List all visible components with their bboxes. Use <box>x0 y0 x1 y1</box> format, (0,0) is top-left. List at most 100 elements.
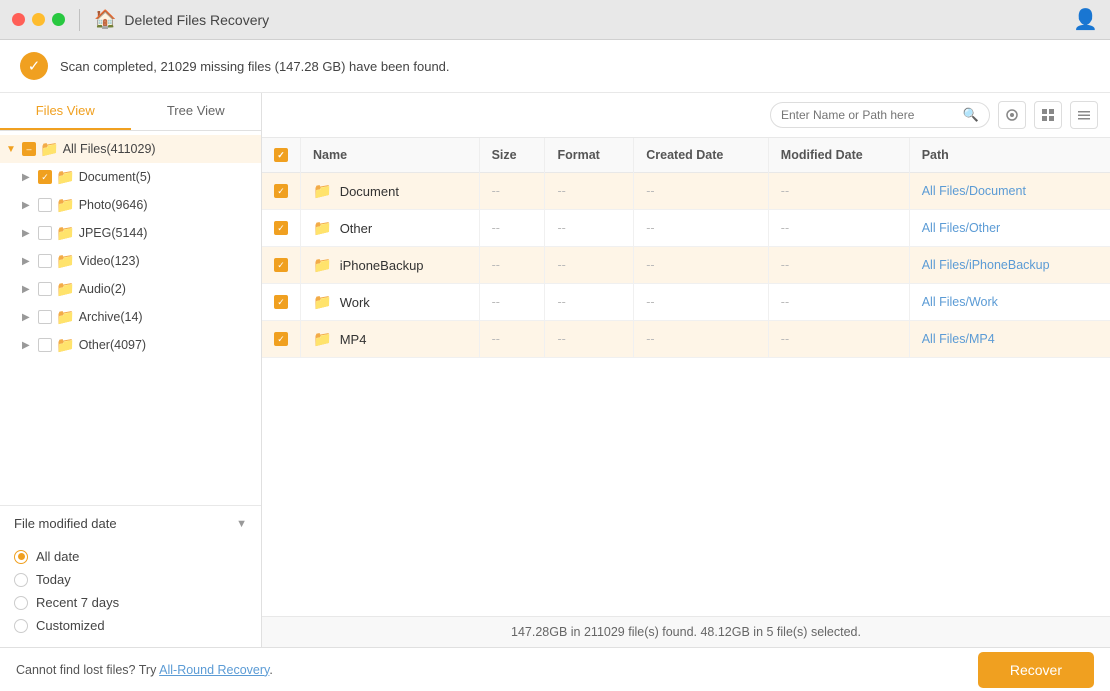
status-text: 147.28GB in 211029 file(s) found. 48.12G… <box>511 625 861 639</box>
table-row[interactable]: ✓ 📁 MP4 -- -- -- -- All Files/MP4 <box>262 321 1110 358</box>
checkbox-archive[interactable] <box>38 310 52 324</box>
table-row[interactable]: ✓ 📁 Work -- -- -- -- All Files/Work <box>262 284 1110 321</box>
th-path[interactable]: Path <box>909 138 1110 173</box>
checkbox-all-files[interactable]: – <box>22 142 36 156</box>
folder-icon-row-other: 📁 <box>313 219 332 237</box>
row-modified-document: -- <box>768 173 909 210</box>
tab-tree-view[interactable]: Tree View <box>131 93 262 130</box>
row-modified-other: -- <box>768 210 909 247</box>
file-name-mp4: MP4 <box>340 332 367 347</box>
checkbox-row-mp4[interactable]: ✓ <box>274 332 288 346</box>
checkbox-audio[interactable] <box>38 282 52 296</box>
maximize-button[interactable] <box>52 13 65 26</box>
tree-item-audio[interactable]: ▶ 📁 Audio(2) <box>0 275 261 303</box>
row-size-mp4: -- <box>479 321 545 358</box>
row-checkbox-document[interactable]: ✓ <box>262 173 301 210</box>
table-row[interactable]: ✓ 📁 iPhoneBackup -- -- -- -- All Files <box>262 247 1110 284</box>
tree-item-photo[interactable]: ▶ 📁 Photo(9646) <box>0 191 261 219</box>
preview-icon-btn[interactable] <box>998 101 1026 129</box>
checkbox-row-iphonebackup[interactable]: ✓ <box>274 258 288 272</box>
row-modified-mp4: -- <box>768 321 909 358</box>
radio-btn-customized[interactable] <box>14 619 28 633</box>
scan-complete-icon: ✓ <box>20 52 48 80</box>
radio-all-date[interactable]: All date <box>14 545 247 568</box>
radio-customized[interactable]: Customized <box>14 614 247 637</box>
scan-banner: ✓ Scan completed, 21029 missing files (1… <box>0 40 1110 93</box>
search-icon[interactable]: 🔍 <box>963 107 979 123</box>
minimize-button[interactable] <box>32 13 45 26</box>
radio-today[interactable]: Today <box>14 568 247 591</box>
row-checkbox-mp4[interactable]: ✓ <box>262 321 301 358</box>
tree-label-photo: Photo(9646) <box>79 198 148 212</box>
tree-label-archive: Archive(14) <box>79 310 143 324</box>
row-checkbox-work[interactable]: ✓ <box>262 284 301 321</box>
radio-label-all-date: All date <box>36 549 79 564</box>
row-size-work: -- <box>479 284 545 321</box>
th-modified-date[interactable]: Modified Date <box>768 138 909 173</box>
radio-label-today: Today <box>36 572 71 587</box>
row-created-other: -- <box>634 210 769 247</box>
radio-btn-today[interactable] <box>14 573 28 587</box>
tree-label-jpeg: JPEG(5144) <box>79 226 148 240</box>
content-area: 🔍 <box>262 93 1110 647</box>
tree-item-all-files[interactable]: ▼ – 📁 All Files(411029) <box>0 135 261 163</box>
row-checkbox-other[interactable]: ✓ <box>262 210 301 247</box>
tree-label-other: Other(4097) <box>79 338 146 352</box>
radio-btn-all-date[interactable] <box>14 550 28 564</box>
checkbox-photo[interactable] <box>38 198 52 212</box>
folder-icon-row-iphonebackup: 📁 <box>313 256 332 274</box>
search-box[interactable]: 🔍 <box>770 102 990 128</box>
tree-item-jpeg[interactable]: ▶ 📁 JPEG(5144) <box>0 219 261 247</box>
bottom-prefix: Cannot find lost files? Try <box>16 663 159 677</box>
row-size-other: -- <box>479 210 545 247</box>
row-modified-work: -- <box>768 284 909 321</box>
menu-icon-btn[interactable] <box>1070 101 1098 129</box>
row-created-work: -- <box>634 284 769 321</box>
user-icon[interactable]: 👤 <box>1073 7 1098 32</box>
header-checkbox[interactable]: ✓ <box>274 148 288 162</box>
grid-view-icon-btn[interactable] <box>1034 101 1062 129</box>
th-format[interactable]: Format <box>545 138 634 173</box>
checkbox-video[interactable] <box>38 254 52 268</box>
home-icon[interactable]: 🏠 <box>94 9 116 30</box>
th-checkbox[interactable]: ✓ <box>262 138 301 173</box>
filter-header[interactable]: File modified date ▼ <box>0 506 261 541</box>
th-name[interactable]: Name <box>301 138 480 173</box>
checkbox-other[interactable] <box>38 338 52 352</box>
bottom-message: Cannot find lost files? Try All-Round Re… <box>16 663 273 677</box>
checkbox-document[interactable]: ✓ <box>38 170 52 184</box>
close-button[interactable] <box>12 13 25 26</box>
row-checkbox-iphonebackup[interactable]: ✓ <box>262 247 301 284</box>
folder-icon-all-files: 📁 <box>40 140 59 158</box>
radio-label-recent-7-days: Recent 7 days <box>36 595 119 610</box>
recover-button[interactable]: Recover <box>978 652 1094 688</box>
file-name-other: Other <box>340 221 373 236</box>
radio-btn-recent-7-days[interactable] <box>14 596 28 610</box>
tree-item-other[interactable]: ▶ 📁 Other(4097) <box>0 331 261 359</box>
sidebar: Files View Tree View ▼ – 📁 All Files(411… <box>0 93 262 647</box>
file-name-work: Work <box>340 295 370 310</box>
all-round-recovery-link[interactable]: All-Round Recovery <box>159 663 269 677</box>
filter-options: All date Today Recent 7 days Customized <box>0 541 261 647</box>
table-row[interactable]: ✓ 📁 Other -- -- -- -- All Files/Other <box>262 210 1110 247</box>
filter-header-label: File modified date <box>14 516 117 531</box>
th-created-date[interactable]: Created Date <box>634 138 769 173</box>
tree-item-video[interactable]: ▶ 📁 Video(123) <box>0 247 261 275</box>
tab-files-view[interactable]: Files View <box>0 93 131 130</box>
th-size[interactable]: Size <box>479 138 545 173</box>
folder-icon-row-work: 📁 <box>313 293 332 311</box>
row-path-mp4: All Files/MP4 <box>909 321 1110 358</box>
row-name-work: 📁 Work <box>301 284 480 321</box>
tree-item-archive[interactable]: ▶ 📁 Archive(14) <box>0 303 261 331</box>
checkbox-row-other[interactable]: ✓ <box>274 221 288 235</box>
checkbox-row-document[interactable]: ✓ <box>274 184 288 198</box>
main-container: Files View Tree View ▼ – 📁 All Files(411… <box>0 93 1110 647</box>
radio-recent-7-days[interactable]: Recent 7 days <box>14 591 247 614</box>
checkbox-jpeg[interactable] <box>38 226 52 240</box>
tree-item-document[interactable]: ▶ ✓ 📁 Document(5) <box>0 163 261 191</box>
search-input[interactable] <box>781 108 957 122</box>
checkbox-row-work[interactable]: ✓ <box>274 295 288 309</box>
row-name-document: 📁 Document <box>301 173 480 210</box>
table-row[interactable]: ✓ 📁 Document -- -- -- -- All Files/Doc <box>262 173 1110 210</box>
file-tree: ▼ – 📁 All Files(411029) ▶ ✓ 📁 Document(5… <box>0 131 261 505</box>
